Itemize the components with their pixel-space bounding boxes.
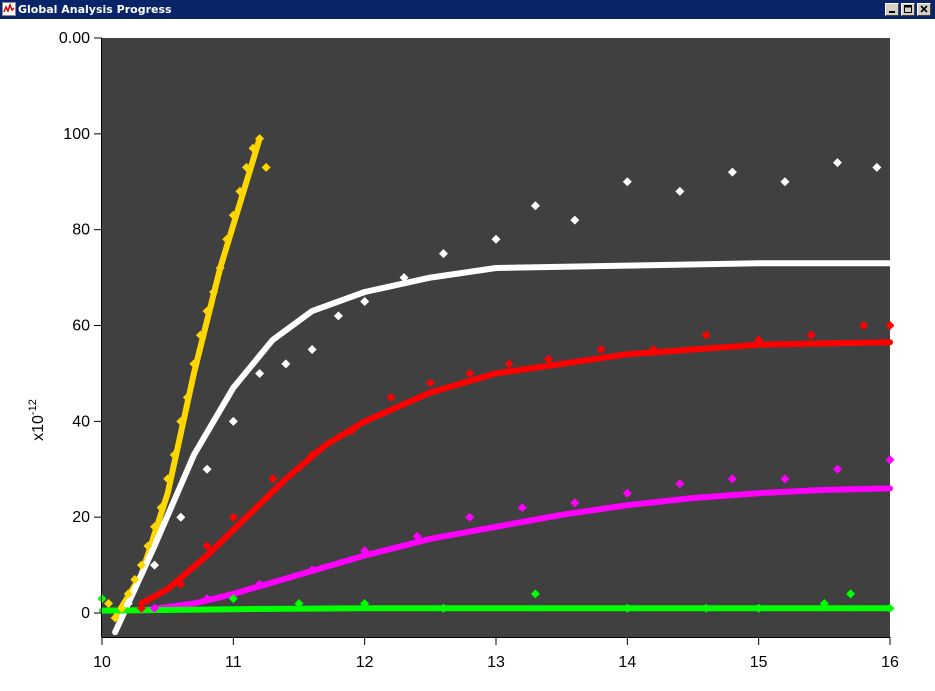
y-multiplier-exponent: -12 bbox=[27, 399, 39, 415]
y-tick-label-2: 40 bbox=[72, 413, 90, 430]
x-tick-label-2: 12 bbox=[356, 654, 374, 671]
fit-curve-4 bbox=[99, 605, 893, 614]
y-tick-label-4: 80 bbox=[72, 222, 90, 239]
y-tick-label-6: 0.00 bbox=[59, 30, 90, 47]
y-tick-label-0: 0 bbox=[81, 605, 90, 622]
x-tick-label-6: 16 bbox=[881, 654, 899, 671]
y-tick-label-5: 100 bbox=[63, 126, 90, 143]
plot-area bbox=[102, 38, 890, 637]
maximize-icon bbox=[904, 5, 912, 13]
x-tick-label-5: 15 bbox=[750, 654, 768, 671]
close-button[interactable] bbox=[917, 3, 931, 16]
window-title: Global Analysis Progress bbox=[18, 3, 172, 16]
minimize-button[interactable] bbox=[885, 3, 899, 16]
progress-chart: 0 20 40 60 80 100 0.00 10 11 12 13 14 15 16 x10-12 bbox=[27, 30, 899, 671]
y-tick-label-3: 60 bbox=[72, 318, 90, 335]
y-tick-label-1: 20 bbox=[72, 509, 90, 526]
close-icon bbox=[920, 5, 928, 13]
x-tick-label-3: 13 bbox=[487, 654, 505, 671]
chart-app-icon bbox=[2, 2, 16, 16]
x-tick-label-0: 10 bbox=[93, 654, 111, 671]
maximize-button[interactable] bbox=[901, 3, 915, 16]
x-tick-label-1: 11 bbox=[225, 654, 242, 671]
x-tick-label-4: 14 bbox=[618, 654, 636, 671]
window-title-bar[interactable]: Global Analysis Progress bbox=[0, 0, 935, 19]
y-axis-multiplier-label: x10-12 bbox=[27, 399, 47, 441]
y-multiplier-base: x10 bbox=[30, 415, 47, 441]
minimize-icon bbox=[889, 11, 895, 13]
